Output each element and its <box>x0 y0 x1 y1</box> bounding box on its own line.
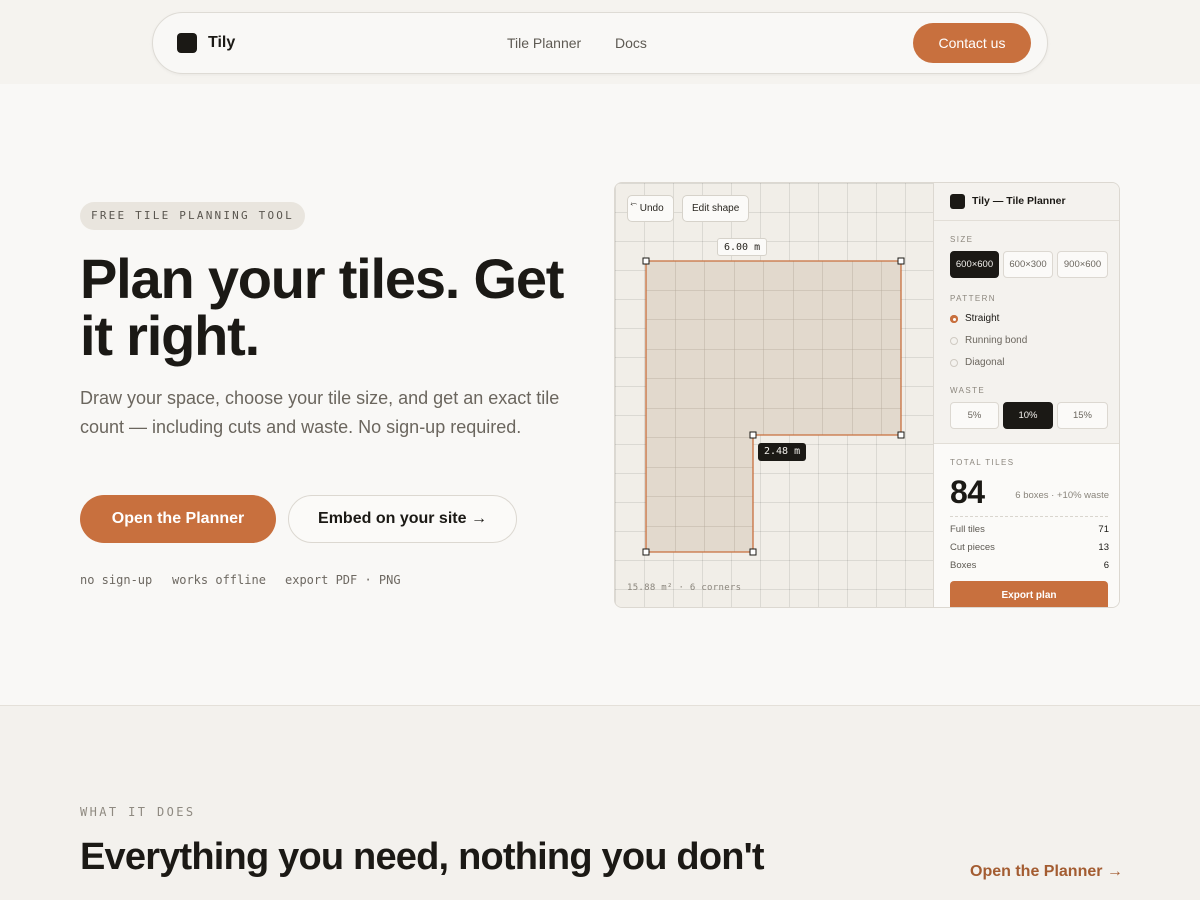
nav-link-tile-planner[interactable]: Tile Planner <box>507 34 581 52</box>
panel-title: Tily — Tile Planner <box>972 195 1066 207</box>
features-section: WHAT IT DOES Everything you need, nothin… <box>0 705 1200 900</box>
waste-option-10[interactable]: 10% <box>1003 402 1053 429</box>
area-readout: 15.88 m² · 6 corners <box>627 583 742 593</box>
embed-button[interactable]: Embed on your site → <box>288 495 517 543</box>
radio-icon <box>950 359 958 367</box>
row-full-tiles-label: Full tiles <box>950 524 985 535</box>
waste-label: WASTE <box>950 386 986 395</box>
undo-button[interactable]: ⃔ Undo <box>627 195 674 222</box>
pattern-straight[interactable]: Straight <box>950 312 1070 326</box>
total-label: TOTAL TILES <box>950 458 1015 467</box>
panel-header: Tily — Tile Planner <box>934 183 1119 221</box>
row-cut-pieces-value: 13 <box>1098 542 1109 553</box>
pattern-running-bond[interactable]: Running bond <box>950 334 1070 348</box>
results-card: TOTAL TILES 84 6 boxes · +10% waste Full… <box>934 443 1119 607</box>
divider <box>950 516 1108 517</box>
edit-shape-button[interactable]: Edit shape <box>682 195 750 222</box>
hero-title: Plan your tiles. Get it right. <box>80 247 564 367</box>
row-full-tiles-value: 71 <box>1098 524 1109 535</box>
size-option-600x600[interactable]: 600×600 <box>950 251 999 278</box>
pattern-label-straight: Straight <box>965 313 1000 324</box>
waste-option-15[interactable]: 15% <box>1057 402 1108 429</box>
feature-export: export PDF · PNG <box>285 573 401 587</box>
room-drawing[interactable] <box>615 183 933 608</box>
open-planner-link[interactable]: Open the Planner → <box>970 863 1123 881</box>
dimension-top: 6.00 m <box>717 238 768 256</box>
size-label: SIZE <box>950 235 974 244</box>
pattern-diagonal[interactable]: Diagonal <box>950 356 1070 370</box>
hero-subtitle: Draw your space, choose your tile size, … <box>80 388 560 437</box>
pattern-label: PATTERN <box>950 294 996 303</box>
section-eyebrow: WHAT IT DOES <box>80 805 196 819</box>
export-plan-button[interactable]: Export plan <box>950 581 1108 607</box>
brand-name[interactable]: Tily <box>208 33 235 53</box>
pattern-label-running-bond: Running bond <box>965 335 1028 346</box>
waste-option-5[interactable]: 5% <box>950 402 999 429</box>
radio-icon <box>950 337 958 345</box>
dimension-step: 2.48 m <box>758 443 807 461</box>
room-shape[interactable] <box>645 260 902 553</box>
row-boxes-value: 6 <box>1103 560 1109 571</box>
feature-offline: works offline <box>172 573 266 587</box>
row-boxes-label: Boxes <box>950 560 977 571</box>
size-option-900x600[interactable]: 900×600 <box>1057 251 1108 278</box>
size-option-600x300[interactable]: 600×300 <box>1003 251 1053 278</box>
nav-link-docs[interactable]: Docs <box>615 34 647 52</box>
planner-preview: ⃔ Undo Edit shape 6.00 m 2.48 m 15.88 m²… <box>614 182 1120 608</box>
open-planner-button[interactable]: Open the Planner <box>80 495 276 543</box>
settings-panel: Tily — Tile Planner SIZE 600×600 600×300… <box>933 183 1119 607</box>
total-note: 6 boxes · +10% waste <box>1015 490 1109 501</box>
feature-no-signup: no sign-up <box>80 573 153 587</box>
section-title: Everything you need, nothing you don't <box>80 836 765 878</box>
row-cut-pieces-label: Cut pieces <box>950 542 995 553</box>
drawing-canvas[interactable]: ⃔ Undo Edit shape 6.00 m 2.48 m 15.88 m²… <box>615 183 933 608</box>
contact-button[interactable]: Contact us <box>913 23 1031 63</box>
total-tiles: 84 <box>950 474 985 510</box>
pattern-label-diagonal: Diagonal <box>965 357 1005 368</box>
hero-badge: FREE TILE PLANNING TOOL <box>80 202 305 230</box>
logo-icon[interactable] <box>177 33 197 53</box>
top-nav: Tily Tile Planner Docs Contact us <box>152 12 1048 74</box>
logo-icon <box>950 194 965 209</box>
radio-selected-icon <box>950 315 958 323</box>
